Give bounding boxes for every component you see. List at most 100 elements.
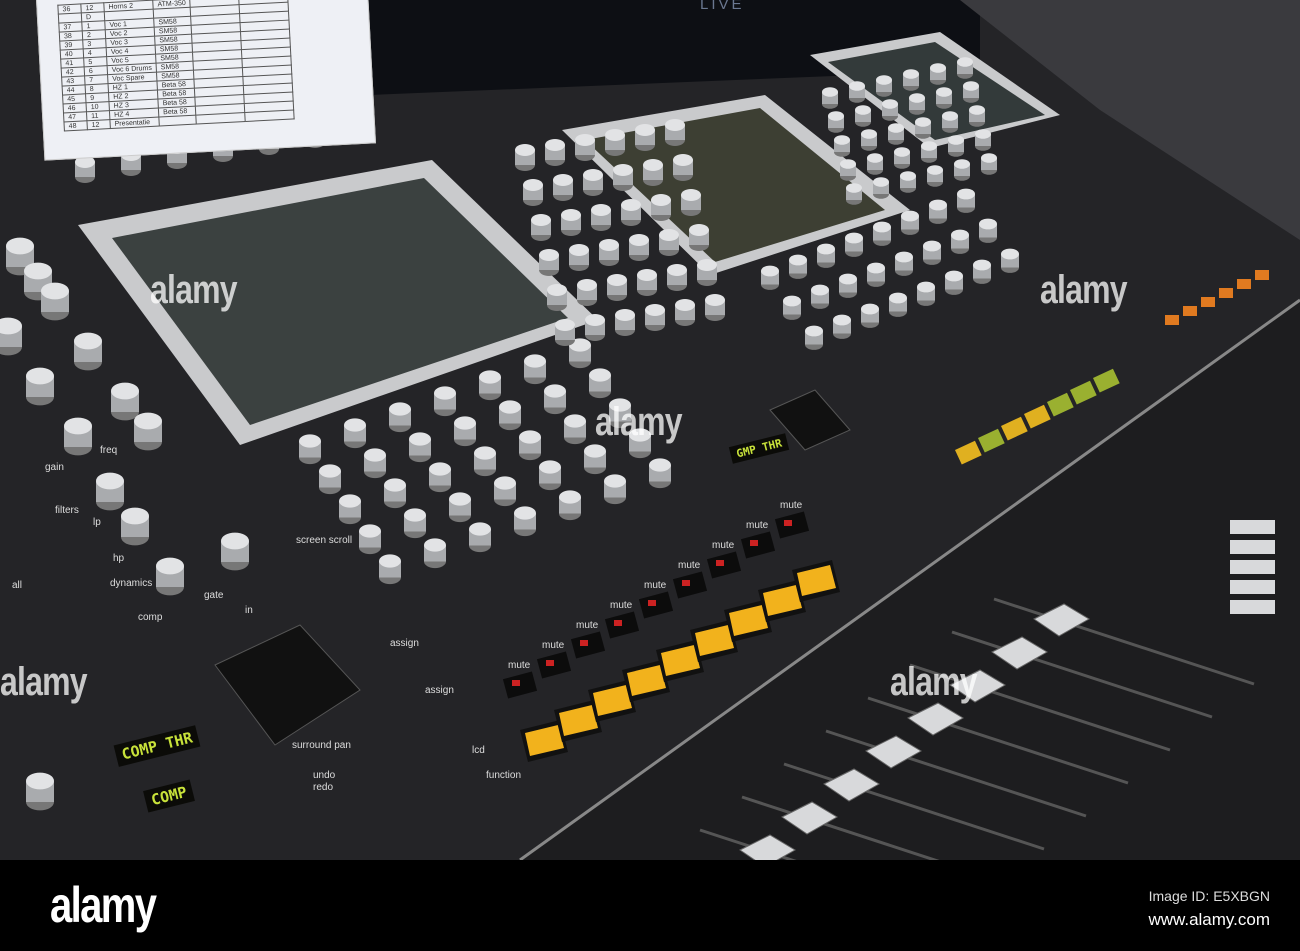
rotary-knob[interactable] (605, 129, 625, 156)
rotary-knob[interactable] (882, 99, 898, 121)
rotary-knob[interactable] (849, 81, 865, 103)
rotary-knob[interactable] (583, 169, 603, 196)
rotary-knob[interactable] (561, 209, 581, 236)
rotary-knob[interactable] (555, 319, 575, 346)
rotary-knob[interactable] (577, 279, 597, 306)
rotary-knob[interactable] (895, 251, 913, 276)
rotary-knob[interactable] (615, 309, 635, 336)
rotary-knob[interactable] (840, 159, 856, 181)
rotary-knob[interactable] (429, 462, 451, 493)
rotary-knob[interactable] (957, 188, 975, 213)
rotary-knob[interactable] (26, 367, 54, 406)
rotary-knob[interactable] (921, 141, 937, 163)
rotary-knob[interactable] (888, 123, 904, 145)
rotary-knob[interactable] (901, 210, 919, 235)
rotary-knob[interactable] (846, 183, 862, 205)
rotary-knob[interactable] (651, 194, 671, 221)
rotary-knob[interactable] (389, 402, 411, 433)
rotary-knob[interactable] (667, 264, 687, 291)
rotary-knob[interactable] (424, 538, 446, 569)
rotary-knob[interactable] (75, 156, 95, 183)
rotary-knob[interactable] (379, 554, 401, 585)
rotary-knob[interactable] (599, 239, 619, 266)
rotary-knob[interactable] (531, 214, 551, 241)
rotary-knob[interactable] (564, 414, 586, 445)
rotary-knob[interactable] (469, 522, 491, 553)
rotary-knob[interactable] (41, 282, 69, 321)
rotary-knob[interactable] (973, 259, 991, 284)
rotary-knob[interactable] (861, 129, 877, 151)
rotary-knob[interactable] (969, 105, 985, 127)
rotary-knob[interactable] (645, 304, 665, 331)
rotary-knob[interactable] (948, 135, 964, 157)
rotary-knob[interactable] (945, 270, 963, 295)
rotary-knob[interactable] (607, 274, 627, 301)
rotary-knob[interactable] (689, 224, 709, 251)
rotary-knob[interactable] (449, 492, 471, 523)
channel-fader[interactable] (1230, 600, 1275, 614)
rotary-knob[interactable] (783, 295, 801, 320)
rotary-knob[interactable] (981, 153, 997, 175)
rotary-knob[interactable] (339, 494, 361, 525)
rotary-knob[interactable] (344, 418, 366, 449)
channel-fader[interactable] (1230, 540, 1275, 554)
channel-fader[interactable] (1230, 580, 1275, 594)
rotary-knob[interactable] (649, 458, 671, 489)
rotary-knob[interactable] (569, 244, 589, 271)
rotary-knob[interactable] (384, 478, 406, 509)
rotary-knob[interactable] (867, 153, 883, 175)
rotary-knob[interactable] (553, 174, 573, 201)
rotary-knob[interactable] (811, 284, 829, 309)
rotary-knob[interactable] (697, 259, 717, 286)
rotary-knob[interactable] (873, 177, 889, 199)
rotary-knob[interactable] (621, 199, 641, 226)
rotary-knob[interactable] (134, 412, 162, 451)
rotary-knob[interactable] (675, 299, 695, 326)
rotary-knob[interactable] (409, 432, 431, 463)
rotary-knob[interactable] (659, 229, 679, 256)
rotary-knob[interactable] (434, 386, 456, 417)
rotary-knob[interactable] (942, 111, 958, 133)
rotary-knob[interactable] (635, 124, 655, 151)
rotary-knob[interactable] (817, 243, 835, 268)
rotary-knob[interactable] (903, 69, 919, 91)
rotary-knob[interactable] (845, 232, 863, 257)
rotary-knob[interactable] (585, 314, 605, 341)
rotary-knob[interactable] (64, 417, 92, 456)
rotary-knob[interactable] (547, 284, 567, 311)
rotary-knob[interactable] (454, 416, 476, 447)
rotary-knob[interactable] (545, 139, 565, 166)
rotary-knob[interactable] (954, 159, 970, 181)
rotary-knob[interactable] (319, 464, 341, 495)
rotary-knob[interactable] (584, 444, 606, 475)
rotary-knob[interactable] (909, 93, 925, 115)
rotary-knob[interactable] (359, 524, 381, 555)
rotary-knob[interactable] (927, 165, 943, 187)
rotary-knob[interactable] (499, 400, 521, 431)
rotary-knob[interactable] (643, 159, 663, 186)
rotary-knob[interactable] (867, 262, 885, 287)
rotary-knob[interactable] (894, 147, 910, 169)
rotary-knob[interactable] (929, 199, 947, 224)
rotary-knob[interactable] (121, 507, 149, 546)
rotary-knob[interactable] (828, 111, 844, 133)
rotary-knob[interactable] (834, 135, 850, 157)
rotary-knob[interactable] (96, 472, 124, 511)
rotary-knob[interactable] (613, 164, 633, 191)
rotary-knob[interactable] (575, 134, 595, 161)
rotary-knob[interactable] (930, 63, 946, 85)
rotary-knob[interactable] (364, 448, 386, 479)
rotary-knob[interactable] (589, 368, 611, 399)
rotary-knob[interactable] (805, 325, 823, 350)
rotary-knob[interactable] (494, 476, 516, 507)
rotary-knob[interactable] (515, 144, 535, 171)
rotary-knob[interactable] (839, 273, 857, 298)
rotary-knob[interactable] (957, 57, 973, 79)
rotary-knob[interactable] (975, 129, 991, 151)
rotary-knob[interactable] (0, 317, 22, 356)
rotary-knob[interactable] (873, 221, 891, 246)
rotary-knob[interactable] (299, 434, 321, 465)
rotary-knob[interactable] (789, 254, 807, 279)
rotary-knob[interactable] (524, 354, 546, 385)
rotary-knob[interactable] (936, 87, 952, 109)
